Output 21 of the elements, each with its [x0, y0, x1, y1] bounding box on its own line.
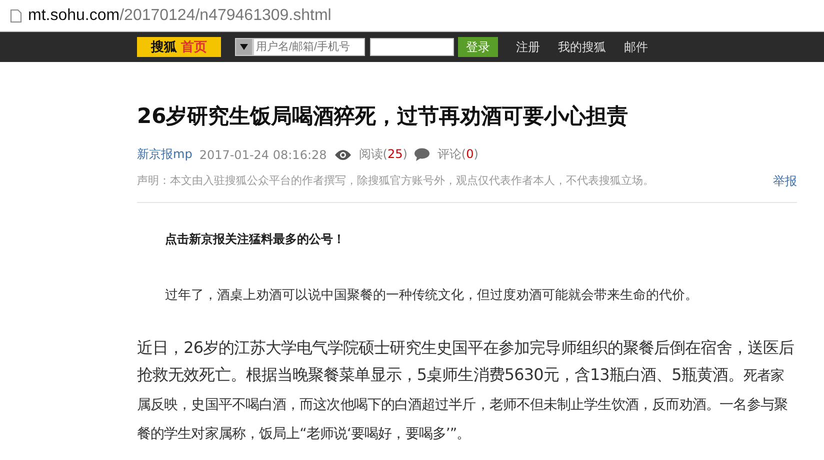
report-link[interactable]: 举报 [773, 173, 797, 190]
read-count: 阅读(25) [358, 146, 408, 163]
body-paragraph: 近日，26岁的江苏大学电气学院硕士研究生史国平在参加完导师组织的聚餐后倒在宿舍，送医后抢救无效死亡。根据当晚聚餐菜单显示，5桌师生消费5630元，含13瓶白酒、5瓶黄酒。死者家属反映，史国平不喝白酒，而这次他喝下的白酒超过半斤，老师不但未制止学生饮酒，反而劝酒。一名参与聚餐的学生对家属称，饭局上“老师说‘要喝好，要喝多’”。 [137, 337, 796, 444]
url-text: mt.sohu.com/20170124/n479461309.shtml [28, 6, 332, 24]
nav-link[interactable]: 邮件 [624, 38, 648, 56]
comment-count-link[interactable]: 评论(0) [437, 146, 478, 163]
password-field[interactable] [370, 38, 454, 56]
eye-icon [334, 148, 352, 160]
nav-link[interactable]: 我的搜狐 [558, 38, 606, 56]
username-field[interactable]: 用户名/邮箱/手机号 [253, 38, 365, 56]
home-logo-link[interactable]: 搜狐 首页 [137, 37, 221, 57]
dropdown-icon[interactable] [235, 38, 253, 56]
disclaimer-text: 声明：本文由入驻搜狐公众平台的作者撰写，除搜狐官方账号外，观点仅代表作者本人，不代表搜狐立场。 [137, 173, 654, 189]
source-link[interactable]: 新京报mp [137, 146, 192, 163]
intro-paragraph: 过年了，酒桌上劝酒可以说中国聚餐的一种传统文化，但过度劝酒可能就会带来生命的代价。 [165, 287, 699, 304]
lead-text: 点击新京报关注猛料最多的公号！ [165, 231, 346, 248]
comment-icon [414, 148, 430, 161]
page-icon [10, 8, 22, 22]
nav-link[interactable]: 注册 [516, 38, 540, 56]
publish-time: 2017-01-24 08:16:28 [199, 148, 327, 162]
article-title: 26岁研究生饭局喝酒猝死，过节再劝酒可要小心担责 [137, 103, 630, 130]
